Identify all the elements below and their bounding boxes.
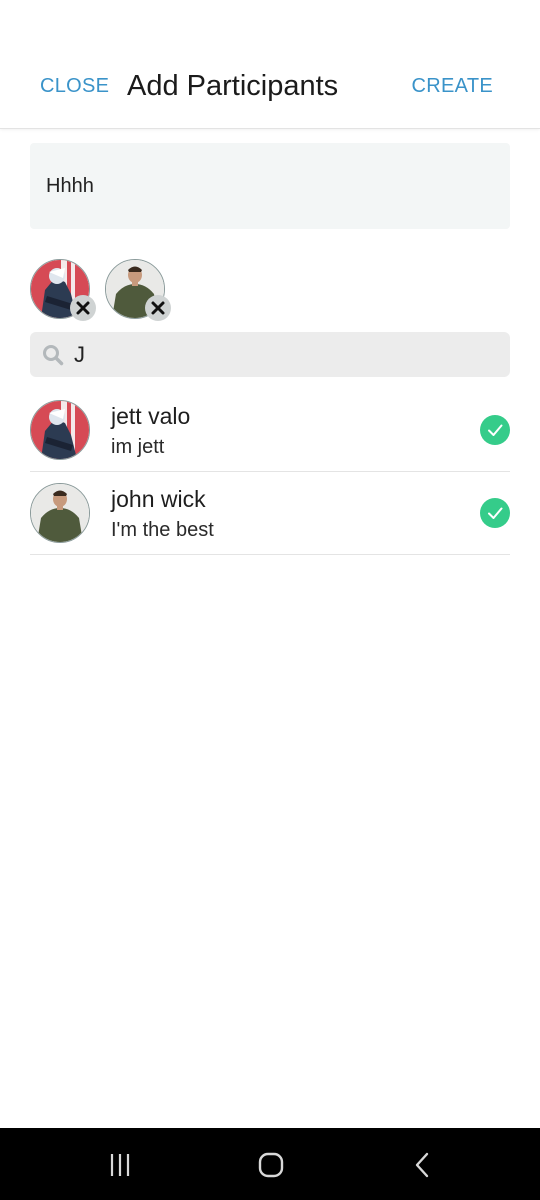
check-icon <box>488 507 503 519</box>
selected-chip-john[interactable] <box>105 259 171 321</box>
screen: CLOSE Add Participants CREATE Hhhh J jet… <box>0 0 540 1200</box>
check-icon <box>488 424 503 436</box>
recents-button[interactable] <box>105 1150 135 1180</box>
selected-check[interactable] <box>480 498 510 528</box>
group-name-field[interactable]: Hhhh <box>30 143 510 229</box>
create-button[interactable]: CREATE <box>412 75 493 98</box>
search-icon <box>43 344 64 365</box>
system-nav-bar <box>0 1128 540 1200</box>
avatar <box>30 483 90 543</box>
home-button[interactable] <box>256 1150 286 1180</box>
recents-icon <box>110 1154 130 1176</box>
back-button[interactable] <box>408 1150 438 1180</box>
remove-participant-button[interactable] <box>70 295 96 321</box>
close-icon <box>151 301 165 315</box>
back-icon <box>415 1152 429 1178</box>
group-name-value: Hhhh <box>46 174 94 197</box>
close-icon <box>76 301 90 315</box>
contact-status: I'm the best <box>111 519 214 541</box>
page-title: Add Participants <box>127 70 339 102</box>
home-icon <box>258 1152 284 1178</box>
contact-name: jett valo <box>111 403 191 429</box>
search-input[interactable] <box>72 340 496 369</box>
contact-status: im jett <box>111 436 165 458</box>
app-header: CLOSE Add Participants CREATE <box>0 0 540 129</box>
remove-participant-button[interactable] <box>145 295 171 321</box>
avatar <box>30 400 90 460</box>
selected-chip-jett[interactable] <box>30 259 96 321</box>
list-item[interactable]: john wick I'm the best <box>30 472 510 555</box>
list-item[interactable]: jett valo im jett <box>30 389 510 472</box>
close-button[interactable]: CLOSE <box>40 75 109 98</box>
contact-list: jett valo im jett john wick I'm the best <box>30 389 510 555</box>
contact-name: john wick <box>111 486 206 512</box>
search-bar[interactable] <box>30 332 510 377</box>
selected-check[interactable] <box>480 415 510 445</box>
